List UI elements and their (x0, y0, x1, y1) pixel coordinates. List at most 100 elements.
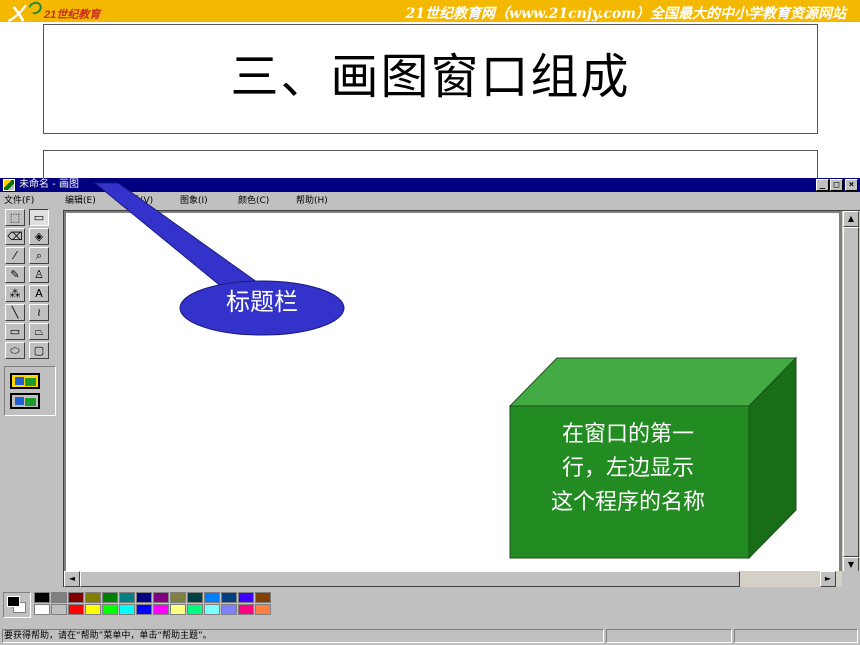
color-swatch[interactable] (238, 592, 254, 603)
text-tool[interactable]: A (29, 285, 49, 302)
color-swatch[interactable] (153, 592, 169, 603)
rectangle-tool[interactable]: ▭ (5, 323, 25, 340)
eraser-tool[interactable]: ⌫ (5, 228, 25, 245)
color-picker-icon: ⁄ (14, 249, 16, 262)
color-swatch[interactable] (85, 592, 101, 603)
ellipse-icon: ⬭ (10, 344, 20, 357)
color-swatch[interactable] (102, 604, 118, 615)
menu-view[interactable]: 查看(V) (122, 193, 153, 206)
color-swatch[interactable] (136, 592, 152, 603)
color-swatch[interactable] (187, 604, 203, 615)
cube-line: 行，左边显示 (561, 456, 694, 481)
menu-file[interactable]: 文件(F) (4, 193, 34, 206)
canvas-area: ▲ ▼ ◄ ► (63, 210, 860, 587)
color-swatch[interactable] (68, 592, 84, 603)
logo-mark (25, 0, 45, 17)
horizontal-scroll-thumb[interactable] (80, 571, 740, 587)
color-swatch[interactable] (119, 592, 135, 603)
polygon-tool[interactable]: ⏢ (29, 323, 49, 340)
close-button[interactable]: × (845, 179, 858, 191)
line-icon: ╲ (11, 306, 19, 319)
vertical-scroll-thumb[interactable] (843, 227, 859, 557)
color-swatch[interactable] (204, 592, 220, 603)
window-title: 未命名 - 画图 (19, 179, 79, 190)
status-message: 要获得帮助，请在“帮助”菜单中，单击“帮助主题”。 (2, 629, 604, 643)
site-tagline: 21世纪教育网（www.21cnjy.com）全国最大的中小学教育资源网站 (405, 6, 846, 22)
color-swatch[interactable] (68, 604, 84, 615)
slide-title-box: 三、画图窗口组成 (43, 24, 818, 134)
airbrush-icon: ⁂ (9, 287, 21, 300)
transparent-option[interactable] (10, 393, 40, 409)
magnifier-icon: ⌕ (35, 249, 43, 262)
status-bar: 要获得帮助，请在“帮助”菜单中，单击“帮助主题”。 (0, 627, 860, 645)
opaque-option[interactable] (10, 373, 40, 389)
curve-icon: ≀ (36, 306, 42, 319)
color-swatch[interactable] (85, 604, 101, 615)
color-swatch[interactable] (170, 604, 186, 615)
logo-glyph: ㄨ (6, 2, 26, 26)
content-box (43, 150, 818, 180)
status-size (734, 629, 858, 643)
color-swatch[interactable] (153, 604, 169, 615)
rect-select-icon: ▭ (33, 211, 45, 224)
horizontal-scrollbar[interactable]: ◄ ► (64, 571, 843, 587)
menu-bar: 文件(F) 编辑(E) 查看(V) 图象(I) 颜色(C) 帮助(H) (0, 192, 860, 207)
color-swatch[interactable] (34, 592, 50, 603)
color-swatch[interactable] (102, 592, 118, 603)
color-palette (0, 588, 860, 624)
color-swatch[interactable] (51, 592, 67, 603)
ellipse-tool[interactable]: ⬭ (5, 342, 25, 359)
menu-colors[interactable]: 颜色(C) (238, 193, 269, 206)
color-swatch[interactable] (187, 592, 203, 603)
rounded-rect-icon: ▢ (33, 344, 45, 357)
color-swatch[interactable] (255, 604, 271, 615)
cube-annotation: 在窗口的第一 行，左边显示 这个程序的名称 (510, 418, 746, 520)
color-swatch[interactable] (221, 592, 237, 603)
title-bar[interactable]: 未命名 - 画图 _ □ × (0, 178, 860, 192)
menu-edit[interactable]: 编辑(E) (65, 193, 96, 206)
menu-help[interactable]: 帮助(H) (296, 193, 328, 206)
pencil-icon: ✎ (10, 268, 20, 281)
color-picker-tool[interactable]: ⁄ (5, 247, 25, 264)
line-tool[interactable]: ╲ (5, 304, 25, 321)
minimize-button[interactable]: _ (816, 179, 829, 191)
rect-select-tool[interactable]: ▭ (29, 209, 49, 226)
current-colors (3, 592, 31, 618)
curve-tool[interactable]: ≀ (29, 304, 49, 321)
site-logo: ㄨ 21世纪教育 (6, 0, 136, 26)
pencil-tool[interactable]: ✎ (5, 266, 25, 283)
menu-image[interactable]: 图象(I) (180, 193, 208, 206)
color-swatch[interactable] (221, 604, 237, 615)
color-swatch[interactable] (204, 604, 220, 615)
magnifier-tool[interactable]: ⌕ (29, 247, 49, 264)
cube-line: 这个程序的名称 (550, 490, 705, 515)
color-swatch[interactable] (51, 604, 67, 615)
color-swatch[interactable] (170, 592, 186, 603)
scroll-up-button[interactable]: ▲ (843, 211, 859, 227)
eraser-icon: ⌫ (7, 230, 23, 243)
maximize-button[interactable]: □ (830, 179, 843, 191)
airbrush-tool[interactable]: ⁂ (5, 285, 25, 302)
rectangle-icon: ▭ (9, 325, 21, 338)
rounded-rect-tool[interactable]: ▢ (29, 342, 49, 359)
free-select-icon: ⬚ (9, 211, 21, 224)
color-swatch[interactable] (34, 604, 50, 615)
scroll-left-button[interactable]: ◄ (64, 571, 80, 587)
fill-tool[interactable]: ◈ (29, 228, 49, 245)
logo-text: 21世纪教育 (44, 9, 101, 21)
color-swatch[interactable] (238, 604, 254, 615)
scroll-corner (842, 571, 860, 587)
foreground-color[interactable] (7, 596, 20, 607)
polygon-icon: ⏢ (34, 325, 44, 338)
color-swatch[interactable] (119, 604, 135, 615)
fill-icon: ◈ (34, 230, 44, 243)
vertical-scrollbar[interactable]: ▲ ▼ (842, 211, 860, 573)
color-swatch[interactable] (255, 592, 271, 603)
paint-app-icon[interactable] (3, 179, 15, 191)
color-swatch[interactable] (136, 604, 152, 615)
brush-tool[interactable]: ♙ (29, 266, 49, 283)
paint-window: 未命名 - 画图 _ □ × 文件(F) 编辑(E) 查看(V) 图象(I) 颜… (0, 178, 860, 645)
free-select-tool[interactable]: ⬚ (5, 209, 25, 226)
callout-label: 标题栏 (226, 288, 298, 316)
scroll-right-button[interactable]: ► (820, 571, 836, 587)
